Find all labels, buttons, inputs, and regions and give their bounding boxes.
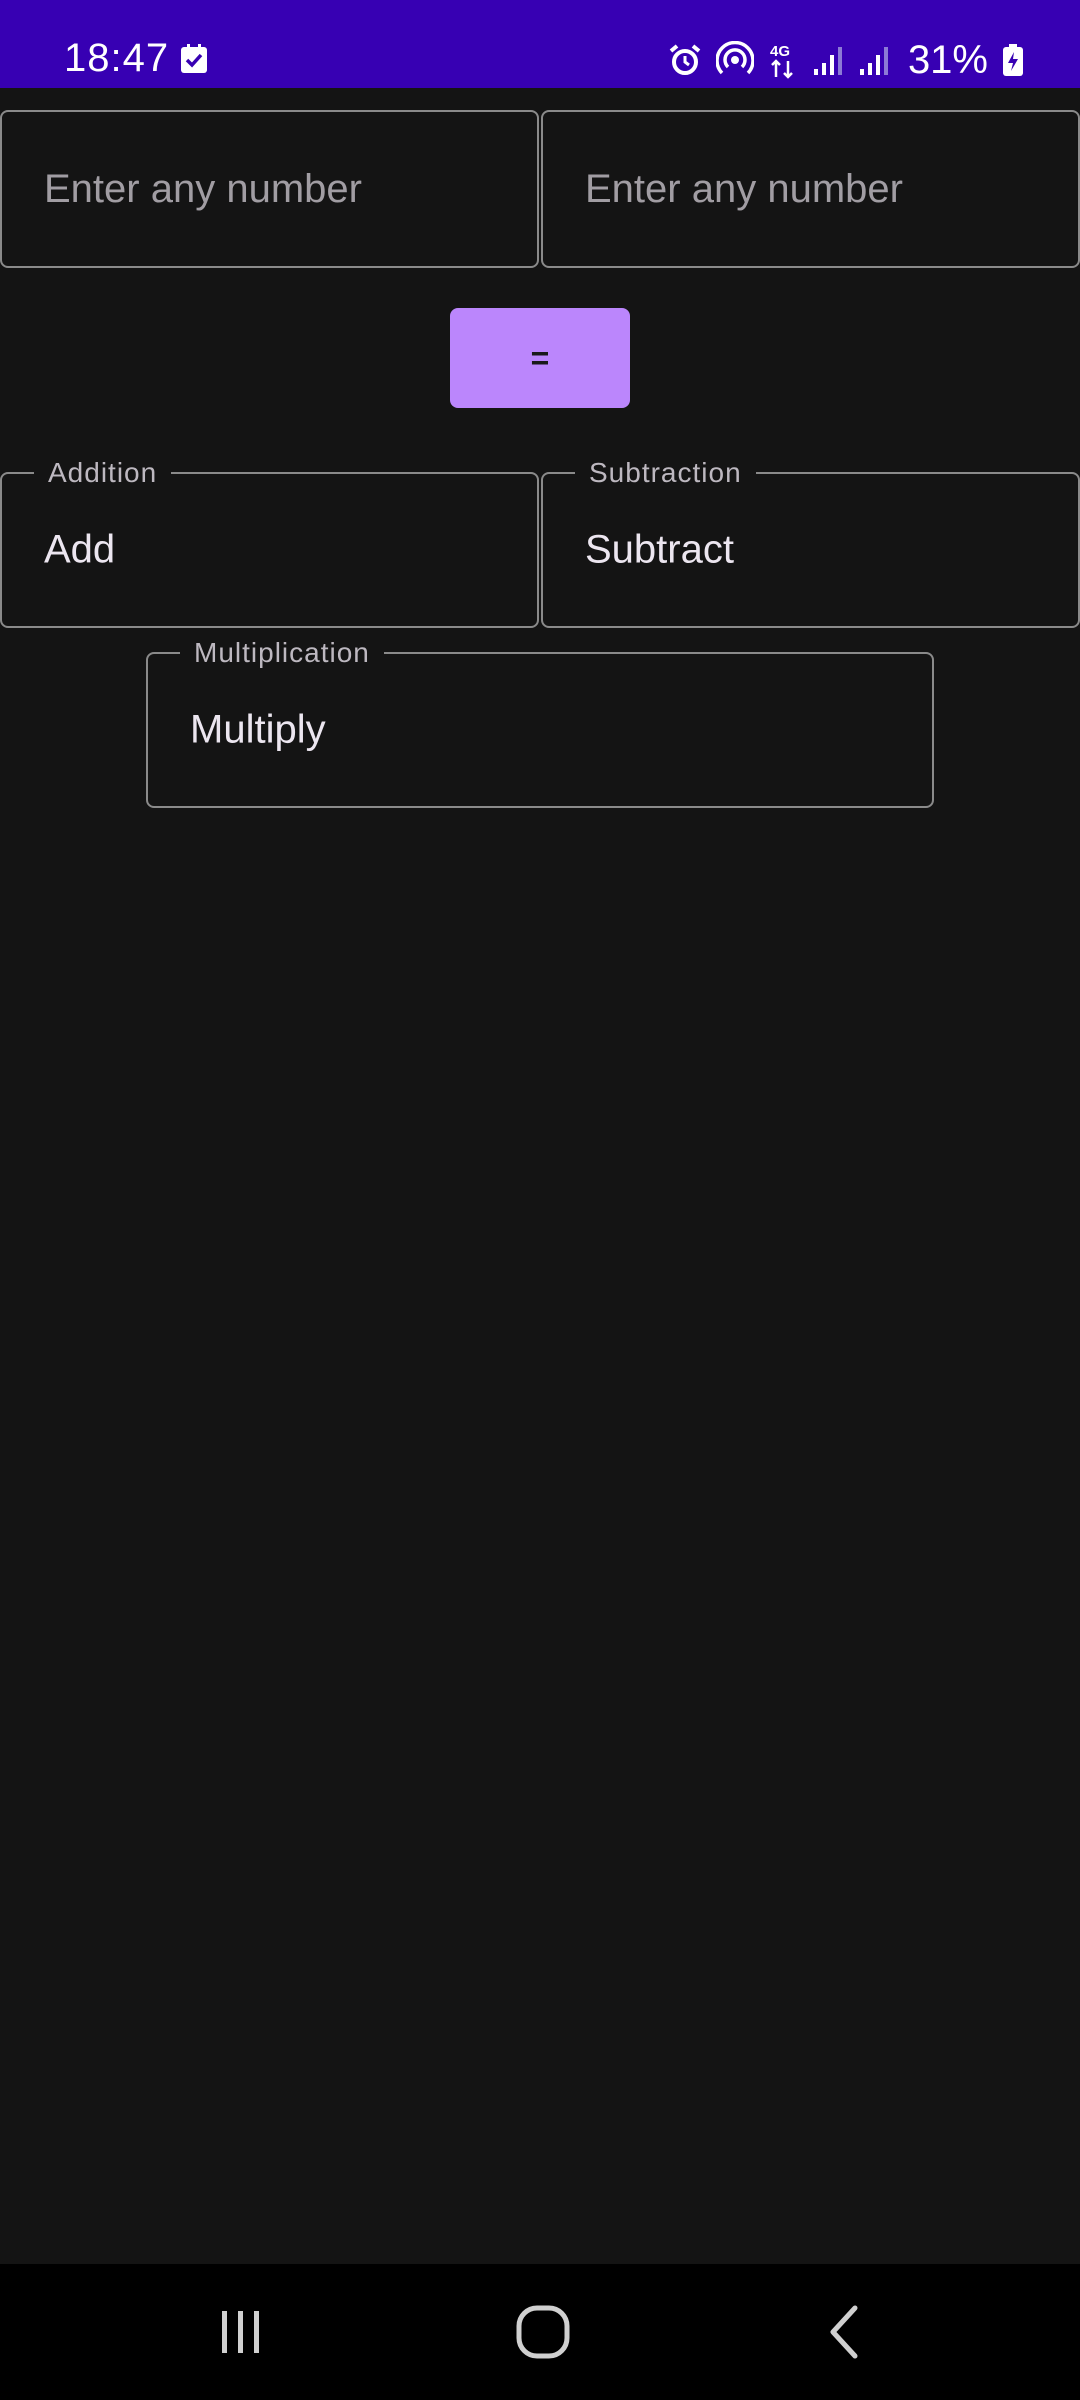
home-icon[interactable] (498, 2292, 588, 2372)
second-number-field[interactable] (541, 110, 1080, 268)
signal-icon (812, 43, 844, 77)
second-number-input[interactable] (585, 112, 1060, 266)
4g-data-icon: 4G (768, 41, 798, 79)
addition-label: Addition (34, 458, 172, 488)
first-number-field[interactable] (0, 110, 539, 268)
navigation-bar (0, 2264, 1080, 2400)
first-number-input[interactable] (44, 112, 519, 266)
checkbox-notification-icon (180, 44, 208, 74)
addition-value: Add (44, 527, 116, 572)
multiplication-field[interactable]: Multiplication Multiply (146, 638, 934, 808)
multiplication-label: Multiplication (180, 638, 384, 668)
addition-field[interactable]: Addition Add (0, 458, 539, 628)
back-icon[interactable] (800, 2292, 890, 2372)
multiplication-value: Multiply (190, 707, 326, 752)
svg-text:4G: 4G (770, 43, 790, 60)
subtraction-value: Subtract (585, 527, 734, 572)
alarm-icon (668, 43, 702, 77)
status-icons: 4G 31% (668, 36, 1024, 84)
subtraction-label: Subtraction (575, 458, 756, 488)
battery-percent: 31% (907, 38, 988, 82)
subtraction-field[interactable]: Subtraction Subtract (541, 458, 1080, 628)
signal-icon (858, 43, 890, 77)
equals-button[interactable]: = (450, 308, 630, 408)
status-time: 18:47 (64, 36, 170, 80)
hotspot-icon (715, 41, 754, 79)
battery-charging-icon (1002, 43, 1024, 77)
recents-icon[interactable] (196, 2292, 286, 2372)
status-bar: 18:47 4G 31% (0, 0, 1080, 88)
